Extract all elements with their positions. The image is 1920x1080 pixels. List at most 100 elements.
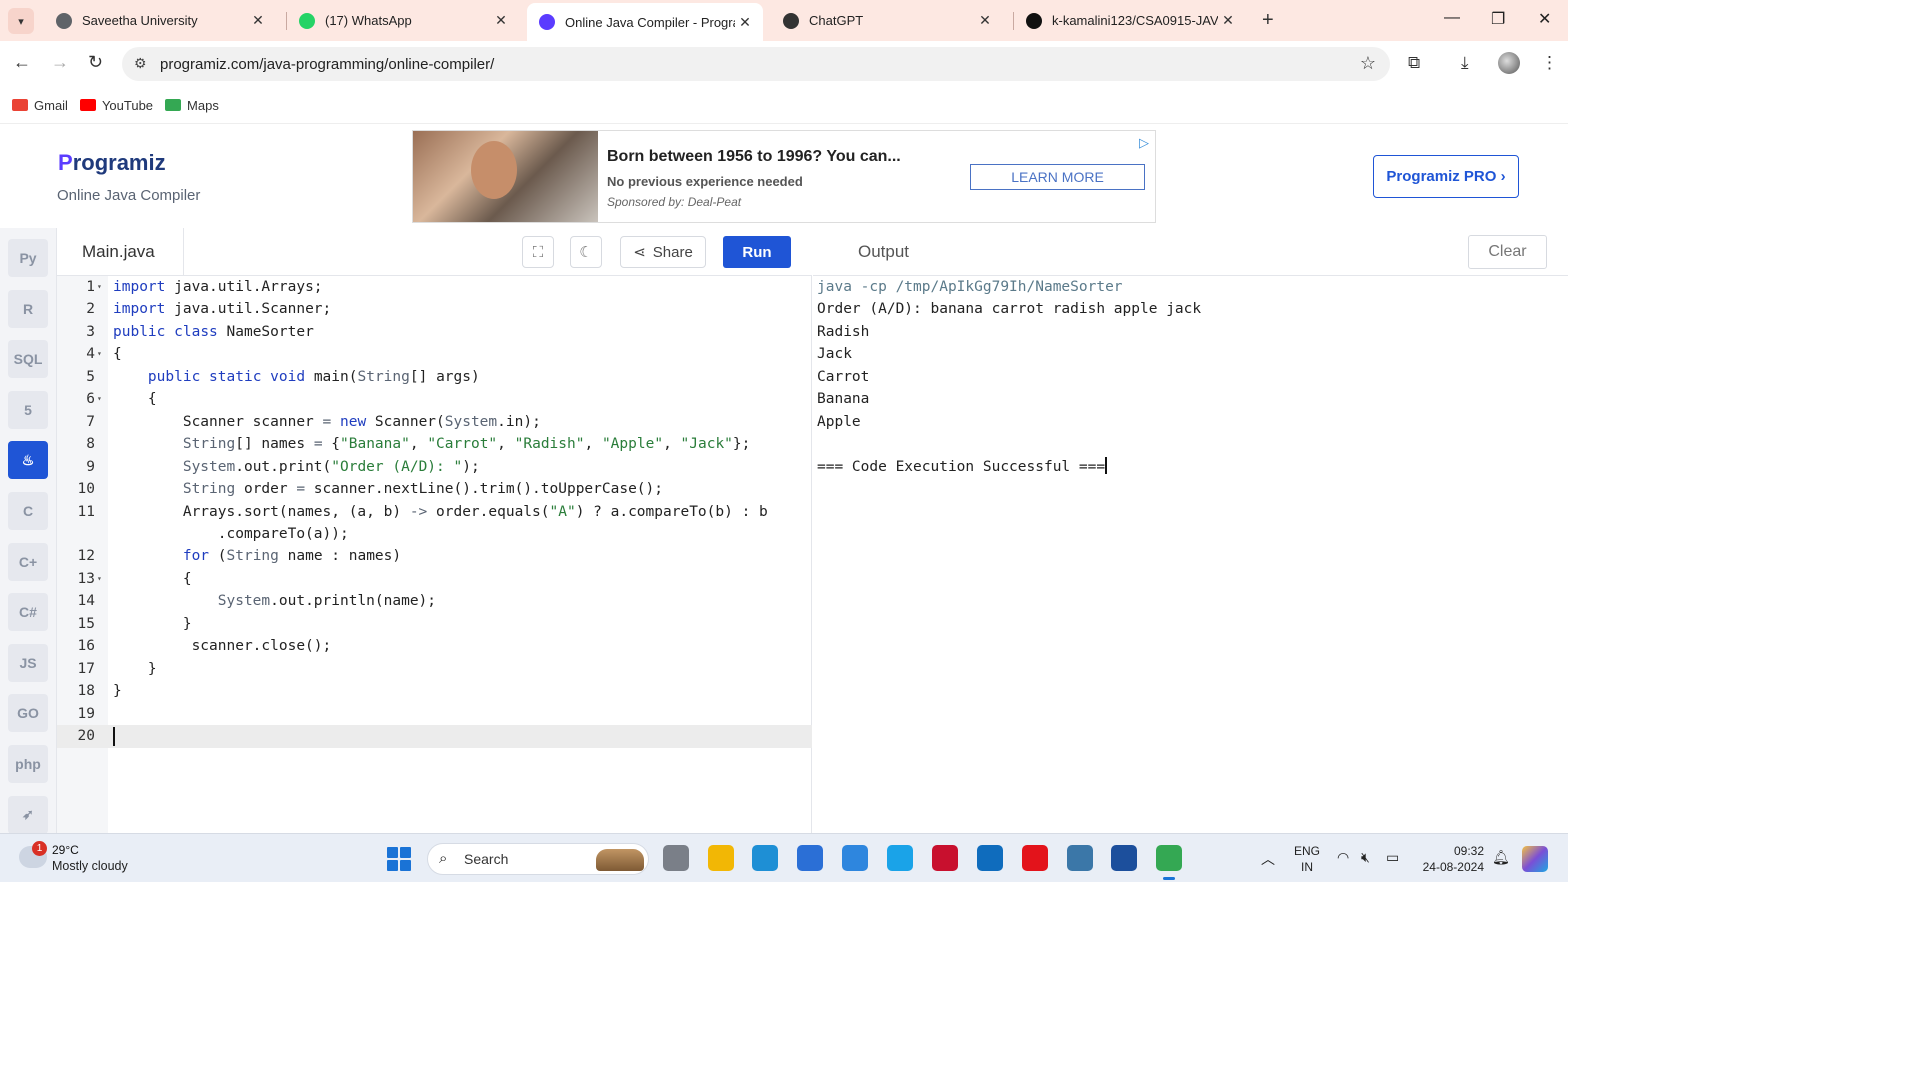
outlook-icon[interactable] [977,845,1003,871]
ad-banner[interactable]: Born between 1956 to 1996? You can... No… [412,130,1156,223]
code-line[interactable]: 10 String order = scanner.nextLine().tri… [57,478,812,501]
code-line[interactable]: 18} [57,680,812,703]
browser-tab[interactable]: k-kamalini123/CSA0915-JAVA-P✕ [1014,4,1246,37]
close-tab-icon[interactable]: ✕ [975,12,995,29]
reload-icon[interactable]: ↻ [88,52,103,73]
mcafee-icon[interactable] [932,845,958,871]
clear-button[interactable]: Clear [1468,235,1547,269]
code-line[interactable]: 1 ▾ import java.util.Arrays; [57,276,812,299]
code-line[interactable]: 3 public class NameSorter [57,321,812,344]
chrome-icon[interactable] [1156,845,1182,880]
back-arrow-icon[interactable]: ← [13,52,31,73]
code-line[interactable]: 9 System.out.print("Order (A/D): "); [57,456,812,479]
fold-arrow-icon[interactable]: ▾ [97,388,102,411]
browser-tab[interactable]: Saveetha University ✕ [44,4,276,37]
fold-arrow-icon[interactable]: ▾ [97,343,102,366]
code-editor[interactable]: 1 ▾ import java.util.Arrays; 2 import java.u… [57,276,812,833]
ad-image[interactable] [413,131,598,222]
code-line[interactable]: 15 } [57,613,812,636]
close-tab-icon[interactable]: ✕ [735,14,755,31]
edge-icon[interactable] [752,845,778,871]
task-view-icon[interactable] [663,845,689,871]
code-line[interactable]: 8 String[] names = {"Banana", "Carrot", … [57,433,812,456]
close-window-button[interactable]: ✕ [1538,9,1551,29]
python-icon[interactable]: Py [8,239,48,277]
output-console[interactable]: java -cp /tmp/ApIkGg79Ih/NameSorter Order… [813,276,1568,833]
browser-tab[interactable]: ChatGPT ✕ [771,4,1003,37]
c-icon[interactable]: C [8,492,48,530]
forward-arrow-icon[interactable]: → [51,52,69,73]
taskbar-search[interactable]: ⌕ Search [427,843,649,875]
bookmark-gmail[interactable]: Gmail [12,98,68,113]
weather-temperature[interactable]: 29°C [52,843,79,857]
address-bar[interactable]: ⚙ programiz.com/java-programming/online-… [122,47,1390,81]
code-line[interactable]: .compareTo(a)); [57,523,812,546]
input-language-indicator[interactable]: ENG IN [1294,843,1320,875]
volume-muted-icon[interactable]: 🔇︎ [1361,849,1370,866]
code-line[interactable]: 20 [57,725,812,748]
code-line[interactable]: 17 } [57,658,812,681]
java-icon[interactable]: ♨ [8,441,48,480]
bookmark-maps[interactable]: Maps [165,98,219,113]
minimize-button[interactable]: — [1444,9,1460,27]
database-icon[interactable]: SQL [8,340,48,379]
system-clock[interactable]: 09:32 24-08-2024 [1416,843,1484,875]
code-line[interactable]: 13 ▾ { [57,568,812,591]
new-tab-button[interactable]: + [1262,9,1274,32]
javascript-icon[interactable]: JS [8,643,48,682]
help-icon[interactable] [887,845,913,871]
code-line[interactable]: 14 System.out.println(name); [57,590,812,613]
close-tab-icon[interactable]: ✕ [491,12,511,29]
ad-title[interactable]: Born between 1956 to 1996? You can... [607,148,901,166]
browser-tab[interactable]: (17) WhatsApp ✕ [287,4,519,37]
fold-arrow-icon[interactable]: ▾ [97,276,102,299]
swift-icon[interactable]: ➶ [8,795,48,834]
close-tab-icon[interactable]: ✕ [248,12,268,29]
browser-tab[interactable]: Online Java Compiler - Program ✕ [527,3,763,41]
code-line[interactable]: 4 ▾ { [57,343,812,366]
code-line[interactable]: 11 Arrays.sort(names, (a, b) -> order.eq… [57,501,812,524]
restore-button[interactable]: ❐ [1491,9,1505,29]
code-line[interactable]: 5 public static void main(String[] args) [57,366,812,389]
programiz-logo[interactable]: Programiz [58,150,166,176]
notification-bell-icon[interactable]: 🔔︎ [1492,849,1510,866]
share-button[interactable]: ⋖ Share [620,236,706,268]
code-line[interactable]: 7 Scanner scanner = new Scanner(System.i… [57,411,812,434]
battery-icon[interactable]: ▭ [1386,849,1399,866]
html5-icon[interactable]: 5 [8,390,48,429]
go-icon[interactable]: GO [8,694,48,733]
code-line[interactable]: 6 ▾ { [57,388,812,411]
site-info-icon[interactable]: ⚙ [134,55,147,72]
cplusplus-icon[interactable]: C+ [8,542,48,581]
code-line[interactable]: 19 [57,703,812,726]
csharp-icon[interactable]: C# [8,593,48,632]
fold-arrow-icon[interactable]: ▾ [97,568,102,591]
profile-avatar[interactable] [1498,52,1520,74]
code-line[interactable]: 2 import java.util.Scanner; [57,298,812,321]
mylio-icon[interactable] [842,845,868,871]
bookmark-youtube[interactable]: YouTube [79,98,153,113]
show-hidden-icons-chevron[interactable]: ︿ [1261,849,1275,869]
python-idle-icon[interactable] [1067,845,1093,871]
run-button[interactable]: Run [723,236,791,268]
file-tab-main[interactable]: Main.java [57,228,184,276]
r-icon[interactable]: R [8,289,48,328]
microsoft-store-icon[interactable] [797,845,823,871]
windows-start-icon[interactable] [387,847,411,871]
fullscreen-icon[interactable]: ⛶ [522,236,554,268]
code-line[interactable]: 16 scanner.close(); [57,635,812,658]
extensions-icon[interactable]: ⧉ [1408,53,1420,73]
bookmark-star-icon[interactable]: ☆ [1360,53,1376,74]
code-line[interactable]: 12 for (String name : names) [57,545,812,568]
opera-icon[interactable] [1022,845,1048,871]
adchoices-icon[interactable]: ▷ [1139,135,1149,151]
ad-learn-more-button[interactable]: LEARN MORE [970,164,1145,190]
tab-search-button[interactable]: ▾ [8,8,34,34]
url-text[interactable]: programiz.com/java-programming/online-co… [160,56,494,73]
close-tab-icon[interactable]: ✕ [1218,12,1238,29]
dark-mode-icon[interactable]: ☾ [570,236,602,268]
file-explorer-icon[interactable] [708,845,734,871]
more-menu-icon[interactable]: ⋮ [1541,53,1558,73]
devcpp-icon[interactable] [1111,845,1137,871]
programiz-pro-button[interactable]: Programiz PRO › [1373,155,1519,198]
